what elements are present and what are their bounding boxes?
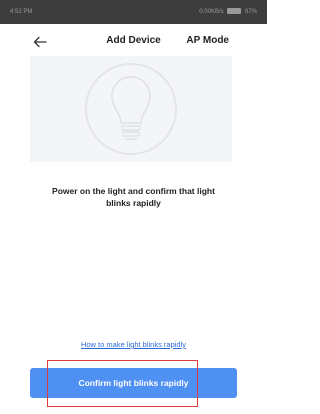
ap-mode-button[interactable]: AP Mode <box>186 35 229 46</box>
status-time: 4:52 PM <box>10 9 33 15</box>
status-bar: 4:52 PM 0.00KB/s 67% <box>0 0 267 24</box>
battery-icon <box>227 8 242 15</box>
help-link[interactable]: How to make light blinks rapidly <box>0 340 267 349</box>
confirm-button[interactable]: Confirm light blinks rapidly <box>30 368 237 398</box>
illustration-panel <box>30 56 232 162</box>
battery-level: 67% <box>244 9 257 15</box>
light-bulb-icon <box>85 63 177 155</box>
instruction-text: Power on the light and confirm that ligh… <box>52 186 215 208</box>
status-indicators: 0.00KB/s 67% <box>199 0 257 24</box>
network-speed: 0.00KB/s <box>199 9 224 15</box>
